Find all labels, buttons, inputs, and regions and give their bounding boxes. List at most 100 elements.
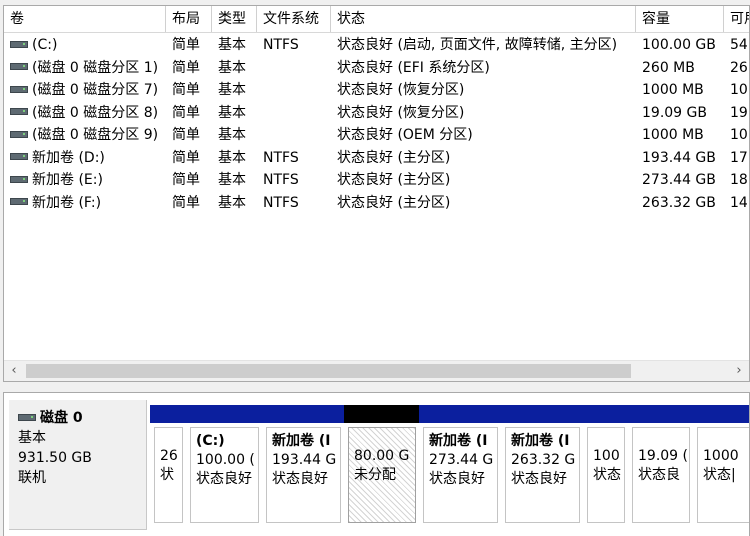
partition-block[interactable]: (C:) 100.00 (状态良好	[186, 405, 262, 523]
partition-label: 新加卷 (I	[429, 433, 488, 449]
partition-block[interactable]: 100 状态	[583, 405, 628, 523]
volume-name-label: 新加卷 (D:)	[32, 149, 105, 166]
volume-type: 基本	[218, 59, 246, 76]
volume-row[interactable]: 新加卷 (F:) 简单 基本 NTFS 状态良好 (主分区) 263.32 GB 14	[4, 192, 749, 214]
volume-drive-icon	[10, 63, 28, 70]
partition-header-bar	[262, 405, 344, 423]
volume-layout: 简单	[172, 82, 200, 98]
column-header-filesystem[interactable]: 文件系统	[257, 6, 331, 32]
scrollbar-thumb[interactable]	[26, 364, 631, 378]
partition-block[interactable]: 19.09 (状态良	[628, 405, 693, 523]
volume-row[interactable]: (磁盘 0 磁盘分区 1) 简单 基本 状态良好 (EFI 系统分区) 260 MB 26	[4, 57, 749, 79]
partition-header-bar	[419, 405, 501, 423]
volume-free: 10	[730, 82, 748, 98]
partition-header-bar	[693, 405, 749, 423]
volume-name: (磁盘 0 磁盘分区 7)	[4, 79, 166, 101]
volume-row[interactable]: (磁盘 0 磁盘分区 8) 简单 基本 状态良好 (恢复分区) 19.09 GB 19	[4, 102, 749, 124]
volume-name-label: (磁盘 0 磁盘分区 7)	[32, 82, 159, 98]
volume-name: 新加卷 (D:)	[4, 147, 166, 169]
column-header-type[interactable]: 类型	[212, 6, 257, 32]
partition-label: 19.09 (	[638, 448, 688, 464]
volume-filesystem	[257, 102, 331, 124]
volume-name-label: (磁盘 0 磁盘分区 1)	[32, 59, 159, 76]
column-header-volume[interactable]: 卷	[4, 6, 166, 32]
volume-status: 状态良好 (主分区)	[337, 149, 451, 166]
column-header-free[interactable]: 可用	[724, 6, 749, 32]
volume-drive-icon	[10, 198, 28, 205]
partition-block[interactable]: 26 状	[150, 405, 186, 523]
partition-header-bar	[501, 405, 583, 423]
partition-size: 状态	[593, 467, 621, 483]
partition-block[interactable]: 新加卷 (I 263.32 G 状态良好	[501, 405, 583, 523]
partition-status: 状态良好	[511, 471, 567, 487]
volume-status: 状态良好 (恢复分区)	[337, 104, 465, 121]
scroll-left-arrow-icon[interactable]: ‹	[4, 361, 24, 381]
partition-size: 273.44 G	[429, 452, 494, 468]
volume-filesystem: NTFS	[263, 149, 299, 166]
partition-body: 新加卷 (I 263.32 G 状态良好	[505, 427, 580, 523]
volume-status: 状态良好 (主分区)	[337, 194, 451, 211]
partition-label: 新加卷 (I	[272, 433, 331, 449]
volume-row[interactable]: 新加卷 (E:) 简单 基本 NTFS 状态良好 (主分区) 273.44 GB 18	[4, 169, 749, 191]
partition-body: 100 状态	[587, 427, 625, 523]
column-header-capacity[interactable]: 容量	[636, 6, 724, 32]
partition-label: 26	[160, 448, 178, 464]
volume-drive-icon	[10, 40, 28, 48]
volume-name: (C:)	[4, 34, 166, 56]
volume-layout: 简单	[172, 172, 200, 188]
volume-capacity: 1000 MB	[642, 82, 704, 98]
volume-status: 状态良好 (启动, 页面文件, 故障转储, 主分区)	[337, 37, 618, 53]
volume-filesystem	[257, 79, 331, 101]
partition-block[interactable]: 1000 状态|	[693, 405, 749, 523]
horizontal-scrollbar[interactable]: ‹ ›	[4, 360, 749, 381]
volume-status: 状态良好 (OEM 分区)	[337, 127, 473, 143]
volume-status: 状态良好 (恢复分区)	[337, 82, 465, 98]
volume-drive-icon	[10, 175, 28, 183]
disk-type: 基本	[18, 430, 46, 446]
unallocated-block[interactable]: 80.00 G 未分配	[344, 405, 419, 523]
volume-drive-icon	[10, 85, 28, 93]
volume-name: (磁盘 0 磁盘分区 1)	[4, 57, 166, 79]
partition-body: 26 状	[154, 427, 183, 523]
partition-block[interactable]: 新加卷 (I 193.44 G 状态良好	[262, 405, 344, 523]
partition-size: 状态|	[703, 467, 736, 483]
volume-layout: 简单	[172, 127, 200, 143]
partition-size: 100.00 (	[196, 452, 255, 468]
volume-drive-icon	[10, 153, 28, 160]
volume-row[interactable]: 新加卷 (D:) 简单 基本 NTFS 状态良好 (主分区) 193.44 GB 17	[4, 147, 749, 169]
partition-body: 80.00 G 未分配	[348, 427, 416, 523]
disk-size: 931.50 GB	[18, 450, 92, 466]
partition-header-bar	[150, 405, 186, 423]
volume-layout: 简单	[172, 104, 200, 121]
partition-block[interactable]: 新加卷 (I 273.44 G 状态良好	[419, 405, 501, 523]
volume-layout: 简单	[172, 194, 200, 211]
partition-label: 1000	[703, 448, 739, 464]
volume-row[interactable]: (磁盘 0 磁盘分区 9) 简单 基本 状态良好 (OEM 分区) 1000 MB 10	[4, 124, 749, 146]
partition-label: 100	[593, 448, 620, 464]
volume-layout: 简单	[172, 37, 200, 53]
volume-row[interactable]: (C:) 简单 基本 NTFS 状态良好 (启动, 页面文件, 故障转储, 主分区) 10…	[4, 34, 749, 56]
partition-label: 新加卷 (I	[511, 433, 570, 449]
volume-type: 基本	[218, 127, 246, 143]
disk-info-panel[interactable]: 磁盘 0 基本 931.50 GB 联机	[9, 400, 147, 530]
column-header-status[interactable]: 状态	[331, 6, 636, 32]
volume-name: (磁盘 0 磁盘分区 9)	[4, 124, 166, 146]
volume-free: 17	[730, 149, 748, 166]
volume-capacity: 273.44 GB	[642, 172, 716, 188]
volume-name-label: 新加卷 (E:)	[32, 172, 103, 188]
volume-name-label: 新加卷 (F:)	[32, 194, 102, 211]
column-header-layout[interactable]: 布局	[166, 6, 212, 32]
volume-drive-icon	[10, 108, 28, 115]
volume-status: 状态良好 (EFI 系统分区)	[337, 59, 490, 76]
volume-capacity: 19.09 GB	[642, 104, 707, 121]
partition-size: 状	[160, 467, 174, 483]
volume-free: 26	[730, 59, 748, 76]
volume-free: 18	[730, 172, 748, 188]
volume-name-label: (C:)	[32, 37, 58, 53]
volume-capacity: 260 MB	[642, 59, 695, 76]
volume-row[interactable]: (磁盘 0 磁盘分区 7) 简单 基本 状态良好 (恢复分区) 1000 MB 10	[4, 79, 749, 101]
disk-status: 联机	[18, 470, 46, 486]
scroll-right-arrow-icon[interactable]: ›	[729, 361, 749, 381]
partition-body: 1000 状态|	[697, 427, 749, 523]
partition-status: 状态良好	[196, 471, 252, 487]
